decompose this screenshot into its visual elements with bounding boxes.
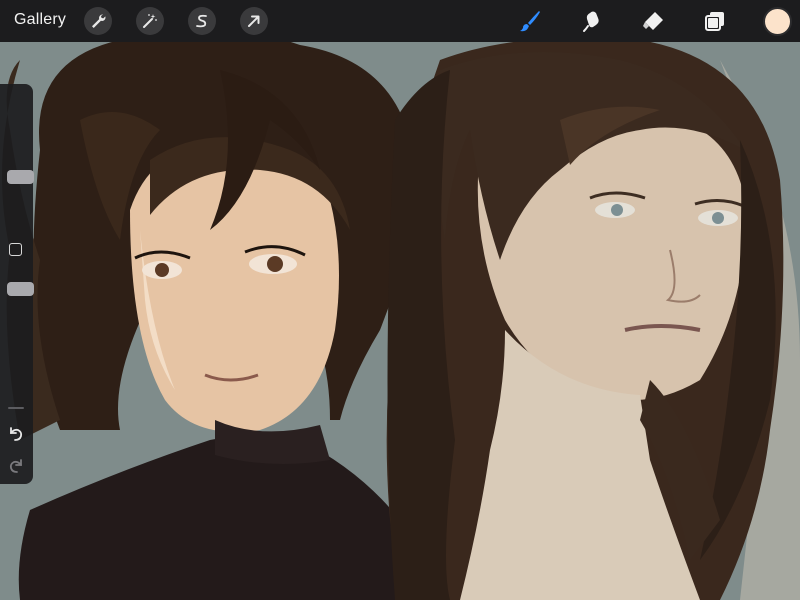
actions-button[interactable] — [84, 7, 112, 35]
wrench-icon — [92, 14, 106, 28]
transform-button[interactable] — [240, 7, 268, 35]
gallery-button[interactable]: Gallery — [14, 11, 66, 29]
selection-s-icon — [196, 14, 207, 28]
arrow-cursor-icon — [248, 15, 260, 27]
layers-icon — [705, 12, 724, 31]
smudge-icon — [583, 11, 599, 32]
opacity-slider[interactable] — [4, 274, 34, 404]
eraser-icon — [643, 12, 663, 30]
artwork — [0, 0, 800, 600]
left-sidebar — [0, 84, 34, 484]
adjustments-button[interactable] — [136, 7, 164, 35]
brush-size-handle[interactable] — [7, 170, 34, 184]
redo-icon[interactable] — [6, 456, 26, 476]
sidebar-divider — [8, 407, 24, 409]
brush-icon — [520, 11, 540, 32]
color-picker-button[interactable] — [763, 7, 792, 36]
undo-icon[interactable] — [6, 424, 26, 444]
brush-size-slider[interactable] — [4, 88, 34, 218]
selection-button[interactable] — [188, 7, 216, 35]
modify-square-icon[interactable] — [9, 243, 22, 256]
layers-button[interactable] — [700, 6, 730, 36]
eraser-tool-button[interactable] — [638, 6, 668, 36]
opacity-handle[interactable] — [7, 282, 34, 296]
smudge-tool-button[interactable] — [578, 6, 608, 36]
drawing-canvas[interactable] — [0, 0, 800, 600]
magic-wand-icon — [143, 14, 157, 28]
top-toolbar: Gallery — [0, 0, 800, 42]
brush-tool-button[interactable] — [515, 6, 545, 36]
